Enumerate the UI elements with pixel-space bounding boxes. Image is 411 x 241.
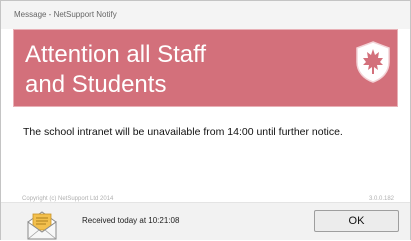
headline-line-2: and Students	[25, 71, 167, 98]
headline-line-1: Attention all Staff	[25, 41, 207, 68]
message-headline: Attention all Staff and Students	[25, 40, 345, 100]
message-banner: Attention all Staff and Students	[13, 29, 398, 107]
notify-window: Message - NetSupport Notify Attention al…	[0, 0, 411, 240]
window-title: Message - NetSupport Notify	[14, 10, 117, 19]
message-body: The school intranet will be unavailable …	[23, 126, 343, 138]
shield-maple-leaf-icon	[356, 41, 390, 83]
received-timestamp: Received today at 10:21:08	[82, 216, 180, 225]
status-bar: Received today at 10:21:08 OK	[1, 202, 410, 240]
envelope-icon	[27, 211, 57, 240]
ok-button[interactable]: OK	[314, 210, 399, 232]
title-bar[interactable]: Message - NetSupport Notify	[1, 1, 410, 29]
